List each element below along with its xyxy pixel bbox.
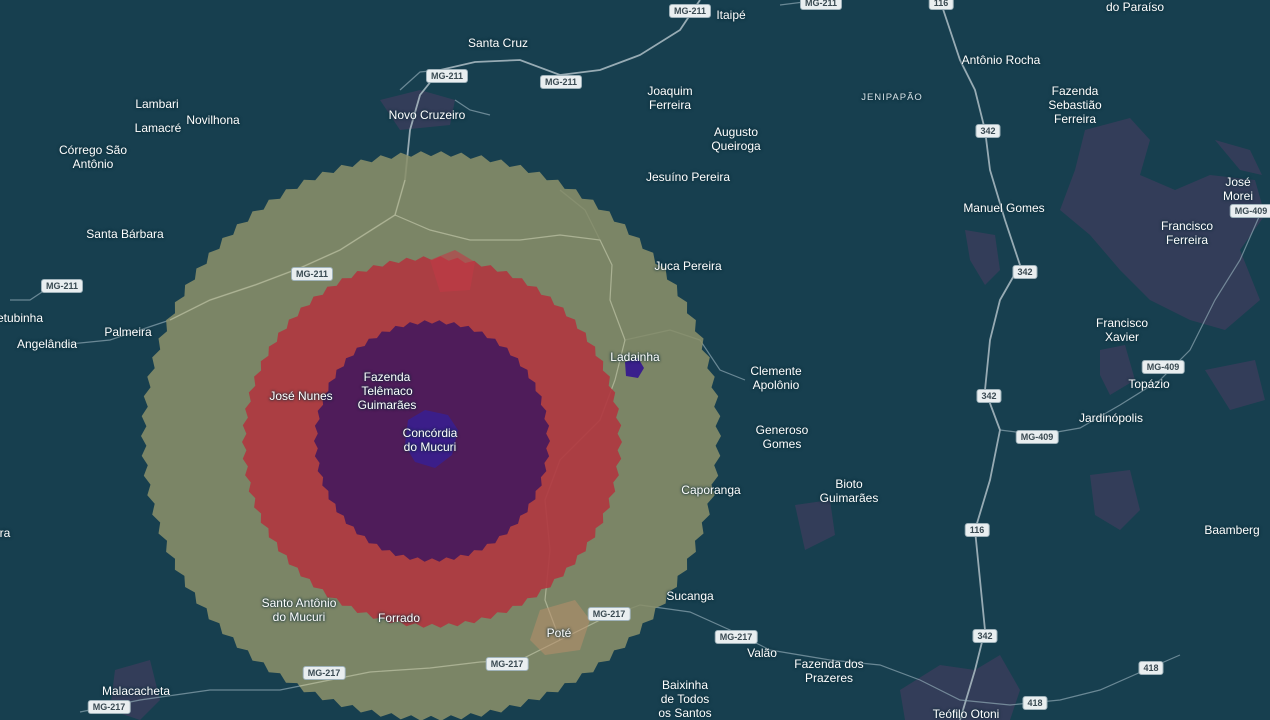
place-label-ra[interactable]: ra [0, 526, 10, 540]
road-shield-mg409: MG-409 [1015, 430, 1059, 444]
road-shield-418: 418 [1138, 661, 1164, 675]
road-shield-mg217: MG-217 [587, 607, 631, 621]
place-label-novo-cruzeiro[interactable]: Novo Cruzeiro [389, 108, 466, 122]
road-shield-418: 418 [1022, 696, 1048, 710]
place-label-manuel-gomes[interactable]: Manuel Gomes [963, 201, 1044, 215]
place-label-do-paraiso[interactable]: do Paraíso [1106, 0, 1164, 14]
place-label-francisco-xavier[interactable]: Francisco Xavier [1096, 316, 1148, 344]
place-label-jose-nunes[interactable]: José Nunes [269, 389, 332, 403]
place-label-etubinha[interactable]: etubinha [0, 311, 43, 325]
place-label-jardinopolis[interactable]: Jardinópolis [1079, 411, 1143, 425]
road-shield-mg211: MG-211 [668, 4, 712, 18]
place-label-topazio[interactable]: Topázio [1128, 377, 1169, 391]
place-label-santa-cruz[interactable]: Santa Cruz [468, 36, 528, 50]
road-shield-mg211: MG-211 [40, 279, 84, 293]
place-label-caporanga[interactable]: Caporanga [681, 483, 740, 497]
place-label-joaquim-ferreira[interactable]: Joaquim Ferreira [647, 84, 692, 112]
place-label-francisco-ferreira[interactable]: Francisco Ferreira [1161, 219, 1213, 247]
place-label-novilhona[interactable]: Novilhona [186, 113, 239, 127]
place-label-itaipe[interactable]: Itaipé [716, 8, 745, 22]
place-label-clemente-apolonio[interactable]: Clemente Apolônio [750, 364, 801, 392]
place-label-lambari[interactable]: Lambari [135, 97, 178, 111]
road-shield-mg217: MG-217 [87, 700, 131, 714]
place-label-fazenda-sebastiao-ferreira[interactable]: Fazenda Sebastião Ferreira [1048, 84, 1101, 126]
road-shield-mg211: MG-211 [290, 267, 334, 281]
place-label-teofilo-otoni[interactable]: Teófilo Otoni [933, 707, 1000, 720]
road-shield-br342: 342 [972, 629, 998, 643]
place-label-palmeira[interactable]: Palmeira [104, 325, 151, 339]
place-label-corrego-sao-antonio[interactable]: Córrego São Antônio [59, 143, 127, 171]
place-label-augusto-queiroga[interactable]: Augusto Queiroga [711, 125, 760, 153]
place-label-fazenda-dos-prazeres[interactable]: Fazenda dos Prazeres [794, 657, 863, 685]
road-shield-br116: 116 [928, 0, 954, 10]
place-label-generoso-gomes[interactable]: Generoso Gomes [756, 423, 809, 451]
road-shield-mg211: MG-211 [799, 0, 843, 10]
place-label-ladainha[interactable]: Ladainha [610, 350, 659, 364]
road-shield-br342: 342 [1012, 265, 1038, 279]
map-canvas[interactable]: MG-211 MG-211 MG-211 MG-211 MG-211 MG-21… [0, 0, 1270, 720]
place-label-concordia-do-mucuri[interactable]: Concórdia do Mucuri [403, 426, 458, 454]
place-label-baixinha-de-todos-os-santos[interactable]: Baixinha de Todos os Santos [658, 678, 711, 720]
place-label-juca-pereira[interactable]: Juca Pereira [654, 259, 721, 273]
place-label-jose-moreira[interactable]: José Morei [1222, 175, 1254, 203]
road-shield-mg409: MG-409 [1229, 204, 1270, 218]
road-shield-mg409: MG-409 [1141, 360, 1185, 374]
road-shield-br342: 342 [976, 389, 1002, 403]
place-label-sucanga[interactable]: Sucanga [666, 589, 713, 603]
district-label-jenipapao[interactable]: JENIPAPÃO [861, 91, 923, 105]
place-label-forrado[interactable]: Forrado [378, 611, 420, 625]
place-label-jesuino-pereira[interactable]: Jesuíno Pereira [646, 170, 730, 184]
road-shield-br342: 342 [975, 124, 1001, 138]
place-label-lamacre[interactable]: Lamacré [135, 121, 182, 135]
place-label-baamberg[interactable]: Baamberg [1204, 523, 1259, 537]
road-shield-mg211: MG-211 [425, 69, 469, 83]
place-label-pote[interactable]: Poté [547, 626, 572, 640]
road-shield-mg217: MG-217 [485, 657, 529, 671]
road-shield-mg217: MG-217 [302, 666, 346, 680]
place-label-santa-barbara[interactable]: Santa Bárbara [86, 227, 163, 241]
road-shield-mg217: MG-217 [714, 630, 758, 644]
road-shield-br116: 116 [964, 523, 990, 537]
place-label-valao[interactable]: Valão [747, 646, 777, 660]
place-label-angelandia[interactable]: Angelândia [17, 337, 77, 351]
place-label-malacacheta[interactable]: Malacacheta [102, 684, 170, 698]
place-label-santo-antonio-do-mucuri[interactable]: Santo Antônio do Mucuri [262, 596, 337, 624]
road-shield-mg211: MG-211 [539, 75, 583, 89]
place-label-fazenda-telemaco-guimaraes[interactable]: Fazenda Telêmaco Guimarães [358, 370, 417, 412]
place-label-antonio-rocha[interactable]: Antônio Rocha [962, 53, 1041, 67]
place-label-bioto-guimaraes[interactable]: Bioto Guimarães [820, 477, 879, 505]
